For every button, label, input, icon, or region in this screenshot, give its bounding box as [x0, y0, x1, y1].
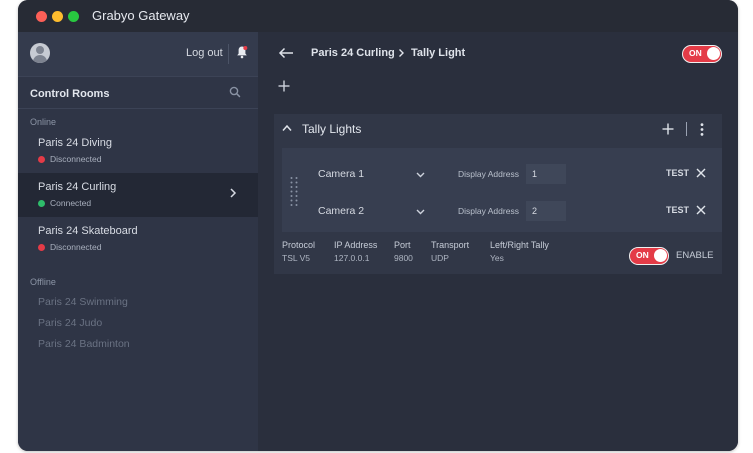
room-name: Paris 24 Diving — [38, 137, 112, 149]
breadcrumb-room[interactable]: Paris 24 Curling — [311, 47, 395, 59]
panel-header: Tally Lights — [274, 114, 722, 144]
back-arrow-icon[interactable] — [278, 47, 294, 59]
property-left-right-tally: Left/Right Tally Yes — [490, 240, 549, 263]
room-item-curling[interactable]: Paris 24 Curling Connected — [18, 173, 258, 217]
search-icon[interactable] — [228, 85, 242, 99]
tally-light-toggle[interactable]: ON — [682, 45, 722, 63]
offline-room-item[interactable]: Paris 24 Swimming — [38, 296, 128, 308]
toggle-knob — [654, 249, 667, 262]
test-button[interactable]: TEST — [666, 168, 689, 178]
remove-camera-icon[interactable] — [696, 205, 706, 215]
test-button[interactable]: TEST — [666, 205, 689, 215]
chevron-down-icon — [416, 172, 425, 178]
chevron-right-icon — [399, 49, 404, 57]
panel-title: Tally Lights — [302, 122, 362, 136]
enable-toggle[interactable]: ON — [629, 247, 669, 265]
room-item-skateboard[interactable]: Paris 24 Skateboard Disconnected — [18, 217, 258, 261]
control-rooms-heading: Control Rooms — [30, 88, 110, 100]
avatar[interactable] — [30, 43, 50, 63]
property-port: Port 9800 — [394, 240, 413, 263]
property-ip-address: IP Address 127.0.0.1 — [334, 240, 378, 263]
camera-select[interactable]: Camera 1 — [318, 164, 434, 186]
maximize-window-button[interactable] — [68, 11, 79, 22]
breadcrumb-page: Tally Light — [411, 47, 466, 59]
add-camera-icon[interactable] — [662, 123, 674, 135]
display-address-label: Display Address — [458, 169, 519, 179]
title-bar: Grabyo Gateway — [18, 0, 738, 32]
app-window: Grabyo Gateway Log out Control Rooms Onl… — [18, 0, 738, 451]
offline-room-item[interactable]: Paris 24 Judo — [38, 317, 102, 329]
camera-row: Camera 2 Display Address TEST — [282, 201, 722, 231]
sidebar: Log out Control Rooms Online Paris 24 Di… — [18, 32, 258, 451]
user-row: Log out — [18, 32, 258, 76]
status-dot — [38, 244, 45, 251]
close-window-button[interactable] — [36, 11, 47, 22]
more-options-icon[interactable] — [700, 123, 704, 136]
logout-link[interactable]: Log out — [186, 47, 223, 59]
chevron-up-icon[interactable] — [282, 124, 292, 132]
camera-select[interactable]: Camera 2 — [318, 201, 434, 223]
toggle-knob — [707, 47, 720, 60]
tally-lights-panel: Tally Lights Camera 1 Display Address 1 … — [274, 114, 722, 274]
offline-room-item[interactable]: Paris 24 Badminton — [38, 338, 130, 350]
camera-row: Camera 1 Display Address TEST — [282, 164, 722, 194]
room-status: Disconnected — [50, 242, 102, 252]
remove-camera-icon[interactable] — [696, 168, 706, 178]
chevron-right-icon — [230, 188, 237, 198]
connection-properties: Protocol TSL V5 IP Address 127.0.0.1 Por… — [274, 240, 722, 274]
room-name: Paris 24 Skateboard — [38, 225, 138, 237]
divider — [18, 76, 258, 77]
status-dot — [38, 156, 45, 163]
property-transport: Transport UDP — [431, 240, 470, 263]
add-icon[interactable] — [278, 80, 290, 92]
main-content: Paris 24 Curling Tally Light ON Tally Li… — [258, 32, 738, 451]
room-item-diving[interactable]: Paris 24 Diving Disconnected — [18, 129, 258, 173]
divider — [228, 44, 229, 64]
window-title: Grabyo Gateway — [92, 8, 190, 23]
camera-list: Camera 1 Display Address TEST — [282, 148, 722, 232]
divider — [18, 108, 258, 109]
display-address-input[interactable] — [526, 164, 566, 184]
offline-section-label: Offline — [30, 277, 56, 287]
status-dot — [38, 200, 45, 207]
display-address-label: Display Address — [458, 206, 519, 216]
display-address-input[interactable] — [526, 201, 566, 221]
room-status: Disconnected — [50, 154, 102, 164]
minimize-window-button[interactable] — [52, 11, 63, 22]
room-status: Connected — [50, 198, 92, 208]
chevron-down-icon — [416, 209, 425, 215]
notification-bell-icon[interactable] — [236, 45, 248, 59]
online-section-label: Online — [30, 117, 57, 127]
room-name: Paris 24 Curling — [38, 181, 117, 193]
enable-label: ENABLE — [676, 250, 714, 261]
property-protocol: Protocol TSL V5 — [282, 240, 316, 263]
divider — [686, 122, 687, 136]
